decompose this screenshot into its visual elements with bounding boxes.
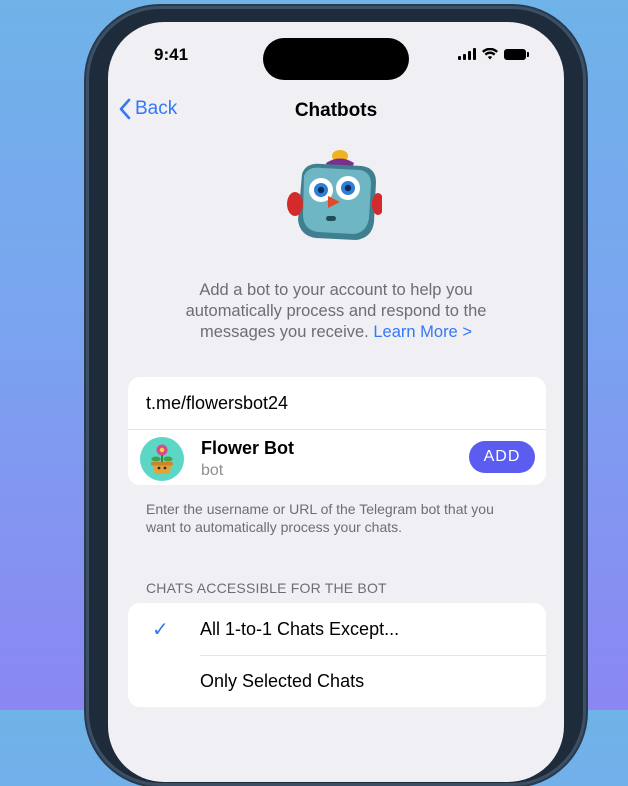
bot-hint-text: Enter the username or URL of the Telegra… <box>146 501 494 535</box>
page-title: Chatbots <box>294 100 378 121</box>
status-icons <box>458 48 529 60</box>
flower-pot-icon <box>151 444 173 474</box>
checkmark-icon: ✓ <box>152 619 169 641</box>
bot-name: Flower Bot <box>201 438 294 458</box>
dynamic-island <box>263 38 409 80</box>
add-bot-button[interactable]: ADD <box>469 441 535 473</box>
section-header: CHATS ACCESSIBLE FOR THE BOT <box>146 580 387 596</box>
option-label: Only Selected Chats <box>200 671 365 691</box>
option-all-chats-except[interactable]: ✓ All 1-to-1 Chats Except... <box>128 603 546 655</box>
access-options-card: ✓ All 1-to-1 Chats Except... Only Select… <box>128 603 546 707</box>
bot-subtitle: bot <box>201 462 224 479</box>
bot-url-value: t.me/flowersbot24 <box>146 392 289 413</box>
option-only-selected-chats[interactable]: Only Selected Chats <box>128 655 546 707</box>
bot-search-card: t.me/flowersbot24 Flower Bot bot ADD <box>128 377 546 485</box>
learn-more-link[interactable]: Learn More > <box>373 323 472 341</box>
phone-screen: 9:41 Back Chatbots Add a bot to your acc… <box>108 22 564 782</box>
status-time: 9:41 <box>154 45 189 64</box>
bot-avatar <box>140 437 184 481</box>
robot-illustration <box>287 150 382 240</box>
option-label: All 1-to-1 Chats Except... <box>200 619 400 639</box>
cellular-signal-icon <box>458 48 476 60</box>
bot-result-row: Flower Bot bot ADD <box>128 430 546 485</box>
description-text: Add a bot to your account to help you au… <box>158 280 514 343</box>
wifi-icon <box>482 48 498 60</box>
battery-icon <box>504 48 529 60</box>
bot-url-field[interactable]: t.me/flowersbot24 <box>128 377 546 430</box>
